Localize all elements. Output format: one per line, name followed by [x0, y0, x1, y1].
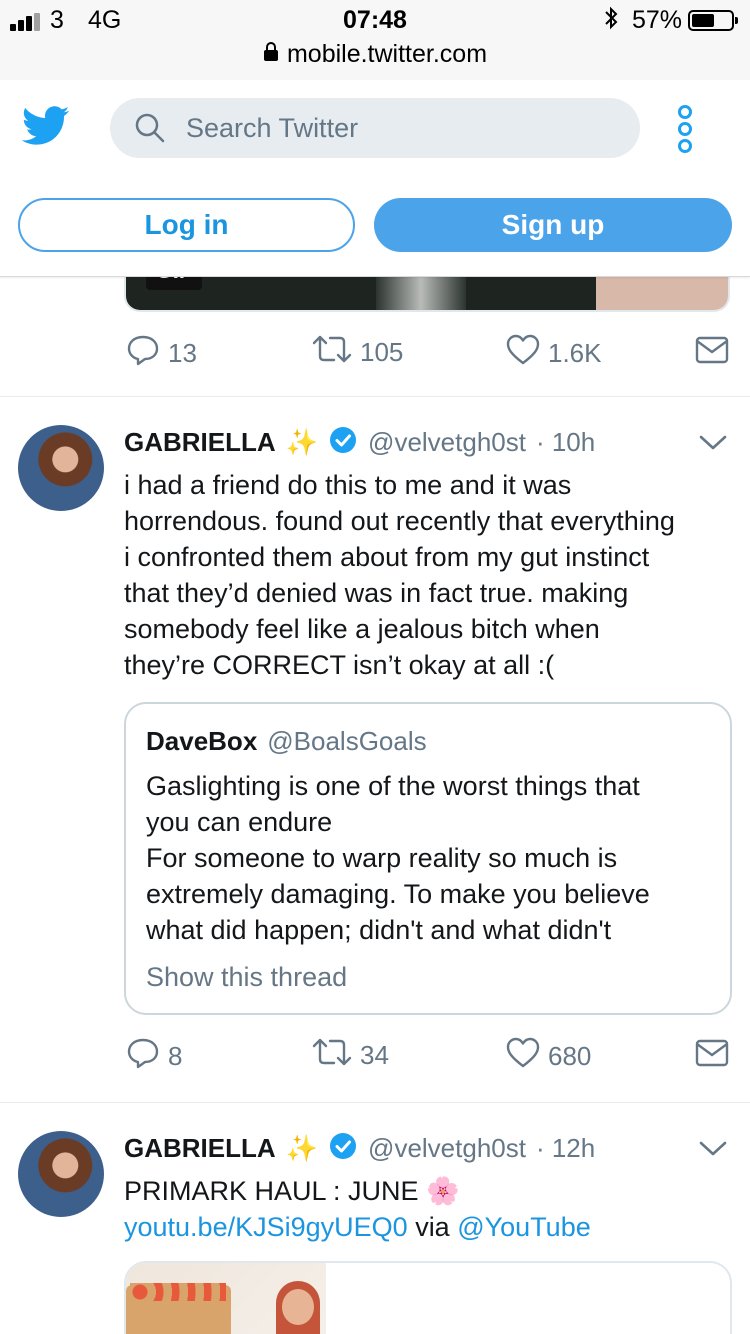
quoted-author-name: DaveBox: [146, 726, 258, 756]
like-count: 1.6K: [548, 338, 602, 368]
tweet[interactable]: GABRIELLA ✨ @velvetgh0st · 12h PRIMARK H…: [0, 1103, 750, 1334]
tweet-header: GABRIELLA ✨ @velvetgh0st · 10h: [124, 425, 595, 460]
tweet-timestamp[interactable]: · 10h: [536, 427, 595, 458]
tweet-text-line: that they’d denied was in fact true. mak…: [124, 578, 629, 608]
quoted-text-line: what did happen; didn't and what didn't: [146, 915, 612, 945]
tweet-text: PRIMARK HAUL : JUNE 🌸 youtu.be/KJSi9gyUE…: [124, 1173, 734, 1245]
battery-icon: [688, 10, 738, 31]
twitter-bird-icon[interactable]: [21, 106, 70, 151]
mention-link[interactable]: @YouTube: [457, 1212, 591, 1242]
heart-icon: [506, 334, 540, 373]
quoted-text-line: you can endure: [146, 807, 333, 837]
tweet-timestamp[interactable]: · 12h: [536, 1133, 595, 1164]
tweet-text-line: they’re CORRECT isn’t okay at all :(: [124, 650, 555, 680]
status-bar: 3 4G 07:48 57% mobile.twitter.com: [0, 0, 750, 81]
login-button[interactable]: Log in: [18, 198, 355, 252]
quoted-tweet-text: Gaslighting is one of the worst things t…: [146, 768, 716, 948]
author-handle[interactable]: @velvetgh0st: [368, 427, 526, 458]
reply-button[interactable]: 8: [126, 1037, 182, 1076]
author-handle[interactable]: @velvetgh0st: [368, 1133, 526, 1164]
like-button[interactable]: 1.6K: [506, 334, 602, 373]
quoted-text-line: extremely damaging. To make you believe: [146, 879, 650, 909]
link-card-thumbnail: [126, 1263, 326, 1334]
tweet-previous: GIF 13 105 1.6K: [0, 270, 750, 397]
tweet-text-line: i had a friend do this to me and it was: [124, 470, 572, 500]
avatar[interactable]: [18, 425, 104, 511]
verified-badge-icon: [328, 1131, 358, 1166]
sparkles-emoji: ✨: [285, 427, 319, 457]
tweet-header: GABRIELLA ✨ @velvetgh0st · 12h: [124, 1131, 595, 1166]
link-card[interactable]: [124, 1261, 732, 1334]
show-thread-link[interactable]: Show this thread: [146, 962, 347, 993]
retweet-button[interactable]: 34: [312, 1037, 389, 1074]
retweet-button[interactable]: 105: [312, 334, 403, 371]
retweet-icon: [312, 334, 352, 371]
quoted-author-handle: @BoalsGoals: [267, 726, 427, 756]
reply-icon: [126, 334, 160, 373]
reply-count: 13: [168, 338, 197, 368]
tweet-text-line: horrendous. found out recently that ever…: [124, 506, 675, 536]
bluetooth-icon: [604, 6, 618, 37]
cherry-blossom-emoji: 🌸: [426, 1176, 460, 1206]
url-text: mobile.twitter.com: [286, 40, 488, 68]
tweet-link[interactable]: youtu.be/KJSi9gyUEQ0: [124, 1212, 408, 1242]
tweet[interactable]: GABRIELLA ✨ @velvetgh0st · 10h i had a f…: [0, 397, 750, 1103]
direct-message-icon[interactable]: [695, 1039, 729, 1074]
search-input[interactable]: Search Twitter: [186, 113, 358, 144]
avatar[interactable]: [18, 1131, 104, 1217]
heart-icon: [506, 1037, 540, 1076]
retweet-icon: [312, 1037, 352, 1074]
tweet-text-line: somebody feel like a jealous bitch when: [124, 614, 600, 644]
quoted-tweet[interactable]: DaveBox @BoalsGoals Gaslighting is one o…: [124, 702, 732, 1015]
quoted-tweet-header: DaveBox @BoalsGoals: [146, 726, 427, 757]
via-label: via: [415, 1212, 450, 1242]
app-header: Search Twitter Log in Sign up: [0, 80, 750, 277]
search-bar[interactable]: Search Twitter: [110, 98, 640, 158]
direct-message-icon[interactable]: [695, 336, 729, 371]
url-bar[interactable]: mobile.twitter.com: [0, 40, 750, 69]
quoted-text-line: Gaslighting is one of the worst things t…: [146, 771, 640, 801]
signup-button[interactable]: Sign up: [374, 198, 732, 252]
tweet-text-line: PRIMARK HAUL : JUNE: [124, 1176, 419, 1206]
chevron-down-icon[interactable]: [698, 433, 728, 458]
more-options-icon[interactable]: [674, 104, 696, 159]
chevron-down-icon[interactable]: [698, 1139, 728, 1164]
sparkles-emoji: ✨: [285, 1133, 319, 1163]
like-count: 680: [548, 1041, 592, 1071]
lock-icon: [263, 42, 279, 67]
reply-button[interactable]: 13: [126, 334, 197, 373]
retweet-count: 34: [360, 1040, 389, 1070]
search-icon: [134, 112, 166, 149]
verified-badge-icon: [328, 425, 358, 460]
reply-icon: [126, 1037, 160, 1076]
like-button[interactable]: 680: [506, 1037, 591, 1076]
author-name[interactable]: GABRIELLA: [124, 427, 276, 458]
author-name[interactable]: GABRIELLA: [124, 1133, 276, 1164]
tweet-text-line: i confronted them about from my gut inst…: [124, 542, 650, 572]
quoted-text-line: For someone to warp reality so much is: [146, 843, 618, 873]
tweet-text: i had a friend do this to me and it was …: [124, 467, 734, 683]
retweet-count: 105: [360, 337, 404, 367]
reply-count: 8: [168, 1041, 183, 1071]
battery-percent: 57%: [632, 6, 683, 34]
